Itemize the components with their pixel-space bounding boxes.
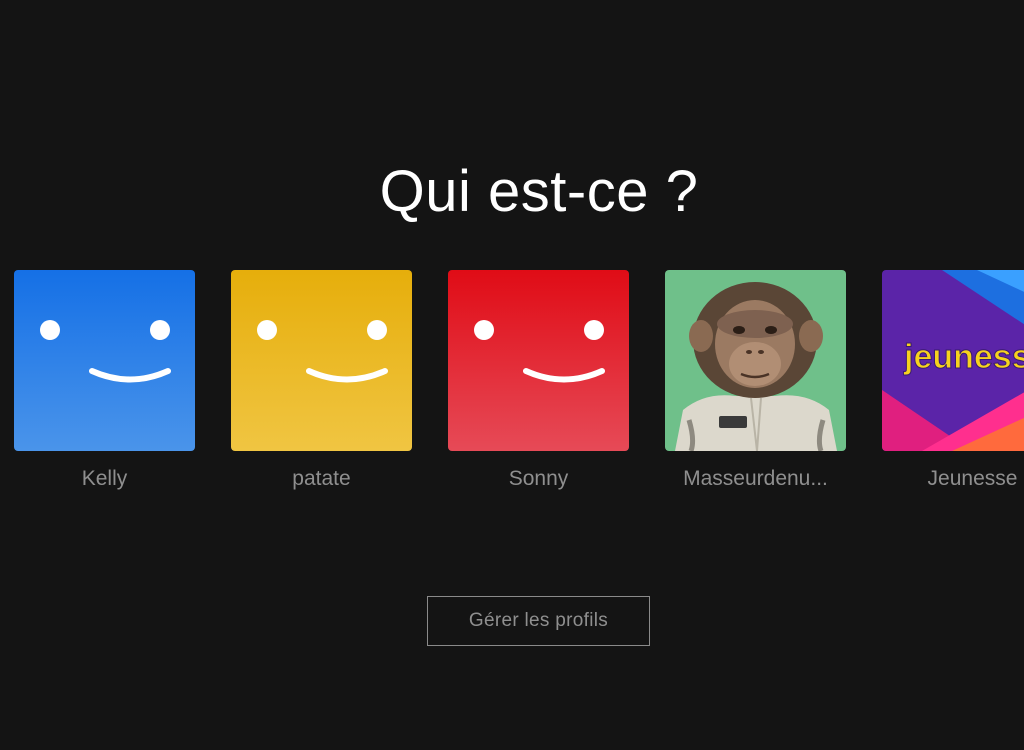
profile-kelly[interactable]: Kelly bbox=[14, 270, 195, 491]
jeunesse-kids-avatar[interactable]: jeunesse bbox=[882, 270, 1024, 451]
profile-name: Sonny bbox=[508, 467, 569, 490]
profile-jeunesse[interactable]: jeunesse Jeunesse bbox=[882, 270, 1024, 491]
profile-patate[interactable]: patate bbox=[231, 270, 412, 491]
profile-name: Jeunesse bbox=[927, 467, 1018, 490]
profile-name: patate bbox=[292, 467, 351, 490]
chimpanzee-avatar[interactable] bbox=[665, 270, 846, 451]
page-title: Qui est-ce ? bbox=[379, 159, 699, 224]
profile-name: Kelly bbox=[81, 467, 128, 490]
profile-name: Masseurdenu... bbox=[683, 467, 828, 490]
manage-profiles-button[interactable]: Gérer les profils bbox=[427, 596, 650, 646]
profile-masseurdenu[interactable]: Masseurdenu... bbox=[665, 270, 846, 491]
smiley-avatar-yellow[interactable] bbox=[231, 270, 412, 451]
jeunesse-logo-text: jeunesse bbox=[903, 338, 1024, 376]
smiley-avatar-blue[interactable] bbox=[14, 270, 195, 451]
smiley-avatar-red[interactable] bbox=[448, 270, 629, 451]
profile-sonny[interactable]: Sonny bbox=[448, 270, 629, 491]
